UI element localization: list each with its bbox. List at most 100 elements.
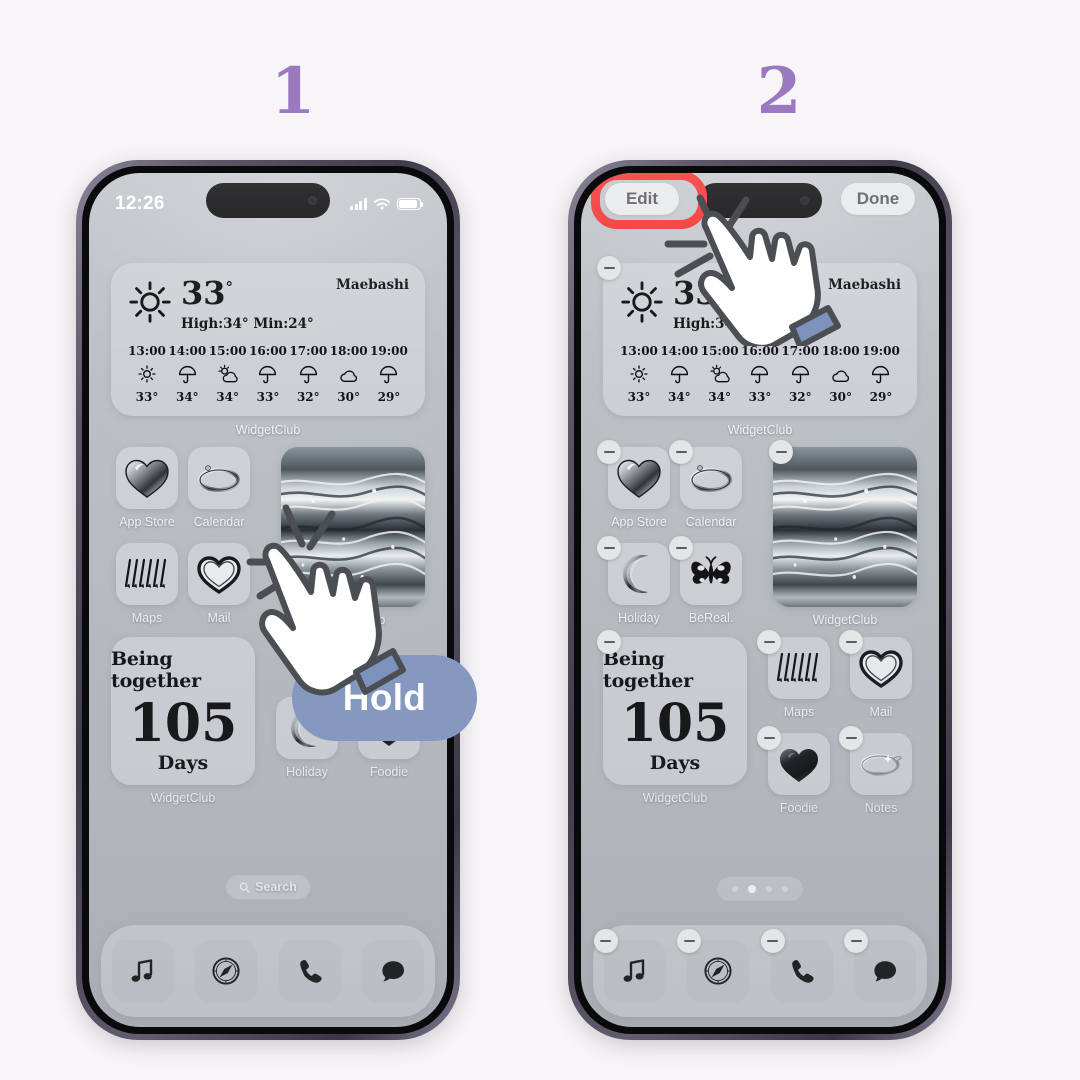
days-widget-block-2[interactable]: Being together 105 Days WidgetClub [597,630,747,815]
done-button[interactable]: Done [841,183,915,215]
forecast-hour: 15:00 34° [208,344,248,404]
app-holiday[interactable]: Holiday [597,536,675,625]
arrows-icon [116,543,178,605]
forecast-temp: 34° [175,390,199,404]
weather-hourly-forecast: 13:00 33° 14:00 34° 15:00 34° 16:00 33° … [619,344,901,404]
page-dot-active[interactable] [748,885,756,893]
music-note-icon [623,959,644,982]
days-widget-unit: Days [157,752,209,774]
page-dot[interactable] [766,886,772,892]
app-label: Mail [869,705,893,719]
minus-badge-icon[interactable] [769,440,793,464]
forecast-time: 15:00 [700,344,739,358]
dock-app-music[interactable] [593,929,666,1002]
home-screen-2: 33° High:34 Maebashi 13:00 33° 14:00 34°… [581,229,939,1027]
days-widget-label: WidgetClub [150,791,216,805]
minus-badge-icon[interactable] [669,536,693,560]
app-row-2: Holiday BeReal. [597,536,763,625]
phone-screen-1: 12:26 33° High:34° Min:24° Maebashi 13:0… [89,173,447,1027]
chrome-ring-icon [188,447,250,509]
page-dot[interactable] [732,886,738,892]
minus-badge-icon[interactable] [597,630,621,654]
search-pill[interactable]: Search [226,875,310,899]
app-mail[interactable]: Mail [183,543,255,625]
marble-widget-block-2[interactable]: WidgetClub [769,440,917,627]
edit-mode-bar: Edit Done [581,173,939,229]
dock-app-music[interactable] [111,940,174,1002]
dock-2 [593,925,927,1017]
dock-app-safari[interactable] [677,929,750,1002]
forecast-time: 17:00 [781,344,820,358]
app-app-store[interactable]: App Store [597,440,675,529]
dock-app-messages[interactable] [362,940,425,1002]
dock-app-phone[interactable] [278,940,341,1002]
app-maps[interactable]: Maps [111,543,183,625]
app-foodie[interactable]: Foodie [757,726,835,815]
weather-temp-block: 33° High:34° Min:24° [181,277,314,332]
app-label: Calendar [685,515,737,529]
battery-icon [397,198,424,210]
minus-badge-icon[interactable] [757,726,781,750]
forecast-temp: 33° [748,390,772,404]
forecast-time: 13:00 [620,344,658,358]
step-number-2: 2 [756,54,802,129]
forecast-temp: 34° [667,390,691,404]
edit-button[interactable]: Edit [605,183,679,215]
app-calendar[interactable]: Calendar [183,447,255,529]
weather-current: 33° High:34 Maebashi [619,277,901,332]
speech-bubble-icon [382,961,405,982]
app-notes[interactable]: Notes [839,726,917,815]
app-label: Holiday [618,611,660,625]
app-maps[interactable]: Maps [757,630,835,719]
minus-badge-icon[interactable] [760,929,785,953]
forecast-hour: 19:00 29° [861,344,901,404]
page-indicator-dots[interactable] [717,877,803,901]
forecast-time: 16:00 [741,344,779,358]
forecast-temp: 30° [337,390,360,404]
tutorial-stage: 1 2 12:26 33° High:34° Min:24° Maebashi … [0,0,1080,1080]
app-grid-left-1: App Store Calendar Maps Mail [111,447,271,627]
marble-widget-block-1[interactable]: WidgetClub [281,447,425,627]
minus-badge-icon[interactable] [839,726,863,750]
forecast-hour: 19:00 29° [369,344,409,404]
app-label: Holiday [286,765,328,779]
minus-badge-icon[interactable] [597,440,621,464]
app-mail[interactable]: Mail [839,630,917,719]
chrome-heart-icon [116,447,178,509]
front-camera-icon [308,196,317,205]
weather-widget[interactable]: 33° High:34° Min:24° Maebashi 13:00 33° [111,263,425,416]
forecast-time: 17:00 [289,344,328,358]
dock-app-safari[interactable] [195,940,258,1002]
umbrella-icon [790,363,811,385]
forecast-time: 18:00 [329,344,368,358]
minus-badge-icon[interactable] [839,630,863,654]
umbrella-icon [177,363,198,385]
dynamic-island-1 [206,183,330,218]
minus-badge-icon[interactable] [593,929,618,953]
weather-city: Maebashi [335,277,409,293]
minus-badge-icon[interactable] [677,929,702,953]
app-label: App Store [611,515,667,529]
forecast-hour: 18:00 30° [329,344,369,404]
forecast-temp: 30° [829,390,852,404]
forecast-time: 19:00 [370,344,408,358]
page-dot[interactable] [782,886,788,892]
minus-badge-icon[interactable] [669,440,693,464]
minus-badge-icon[interactable] [844,929,869,953]
forecast-time: 18:00 [821,344,860,358]
dock-app-phone[interactable] [760,929,833,1002]
forecast-temp: 32° [788,390,812,404]
days-widget-block-1[interactable]: Being together 105 Days WidgetClub [111,637,255,805]
forecast-hour: 16:00 33° [740,344,780,404]
app-bereal[interactable]: BeReal. [669,536,747,625]
app-app-store[interactable]: App Store [111,447,183,529]
compass-icon [704,957,732,985]
app-calendar[interactable]: Calendar [669,440,747,529]
weather-high-low: High:34° Min:24° [181,316,314,332]
dock-app-messages[interactable] [844,929,917,1002]
minus-badge-icon[interactable] [597,536,621,560]
weather-widget[interactable]: 33° High:34 Maebashi 13:00 33° 14:00 34°… [603,263,917,416]
weather-temp-block: 33° High:34 [673,277,734,332]
minus-badge-icon[interactable] [597,256,621,280]
minus-badge-icon[interactable] [757,630,781,654]
